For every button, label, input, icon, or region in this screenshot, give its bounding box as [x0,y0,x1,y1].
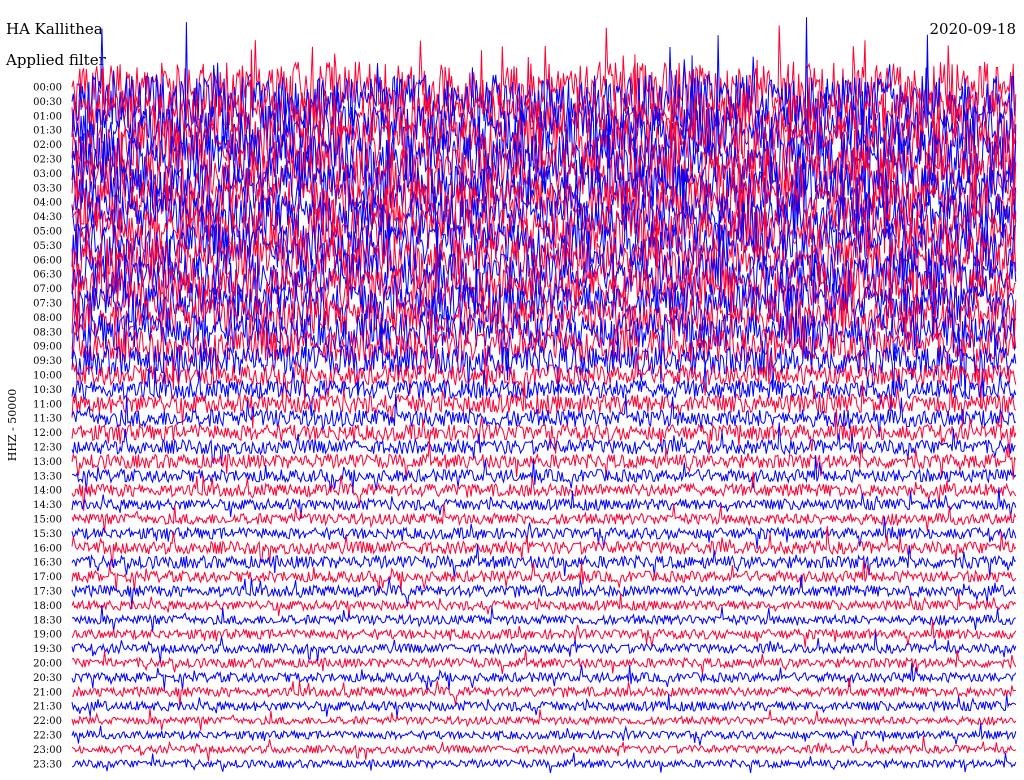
time-label-group: 00:00 00:30 01:00 01:30 02:00 02:30 03:00 03:30… [33,83,62,771]
time-label: 08:30 [33,327,62,338]
trace-row-2030 [71,662,1017,691]
time-label: 20:00 [33,659,62,670]
trace-row-2300 [71,735,1017,762]
time-label: 03:30 [33,183,62,194]
trace-row-1800 [71,593,1017,618]
trace-row-1230 [71,422,1016,466]
time-label: 09:00 [33,342,62,353]
y-axis-label: HHZ - 50000 [6,389,19,462]
helicorder-plot: 00:00 00:30 01:00 01:30 02:00 02:30 03:00 03:30… [6,17,1017,773]
time-label: 04:00 [33,198,62,209]
time-label: 04:30 [33,212,62,223]
time-label: 16:00 [33,543,62,554]
time-label: 14:00 [33,486,62,497]
time-label: 01:30 [33,126,62,137]
time-label: 13:30 [33,471,62,482]
time-label: 07:00 [33,284,62,295]
time-label: 07:30 [33,299,62,310]
time-label: 03:00 [33,169,62,180]
trace-row-2330 [71,752,1017,773]
time-label: 17:00 [33,572,62,583]
time-label: 10:30 [33,385,62,396]
time-label: 00:30 [33,97,62,108]
time-label: 21:30 [33,702,62,713]
time-label: 11:00 [33,399,62,410]
time-label: 19:00 [33,630,62,641]
time-label: 09:30 [33,356,62,367]
time-label: 02:30 [33,155,62,166]
time-label: 13:00 [33,457,62,468]
time-label: 06:30 [33,270,62,281]
time-label: 22:00 [33,716,62,727]
time-label: 06:00 [33,255,62,266]
time-label: 14:30 [33,500,62,511]
time-label: 23:00 [33,745,62,756]
time-label: 05:30 [33,241,62,252]
trace-row-1300 [71,441,1017,480]
time-label: 15:00 [33,515,62,526]
time-label: 01:00 [33,111,62,122]
trace-group [71,17,1017,773]
trace-row-2200 [71,708,1017,731]
time-label: 05:00 [33,227,62,238]
time-label: 21:00 [33,687,62,698]
time-label: 11:30 [33,414,62,425]
time-label: 17:30 [33,587,62,598]
time-label: 10:00 [33,371,62,382]
time-label: 02:00 [33,140,62,151]
time-label: 16:30 [33,558,62,569]
time-label: 19:30 [33,644,62,655]
time-label: 18:00 [33,601,62,612]
time-label: 00:00 [33,83,62,94]
time-label: 18:30 [33,615,62,626]
trace-row-2130 [71,694,1017,719]
time-label: 23:30 [33,759,62,770]
time-label: 15:30 [33,529,62,540]
time-label: 20:30 [33,673,62,684]
time-label: 22:30 [33,731,62,742]
time-label: 12:30 [33,443,62,454]
time-label: 12:00 [33,428,62,439]
trace-row-2230 [71,722,1017,747]
time-label: 08:00 [33,313,62,324]
